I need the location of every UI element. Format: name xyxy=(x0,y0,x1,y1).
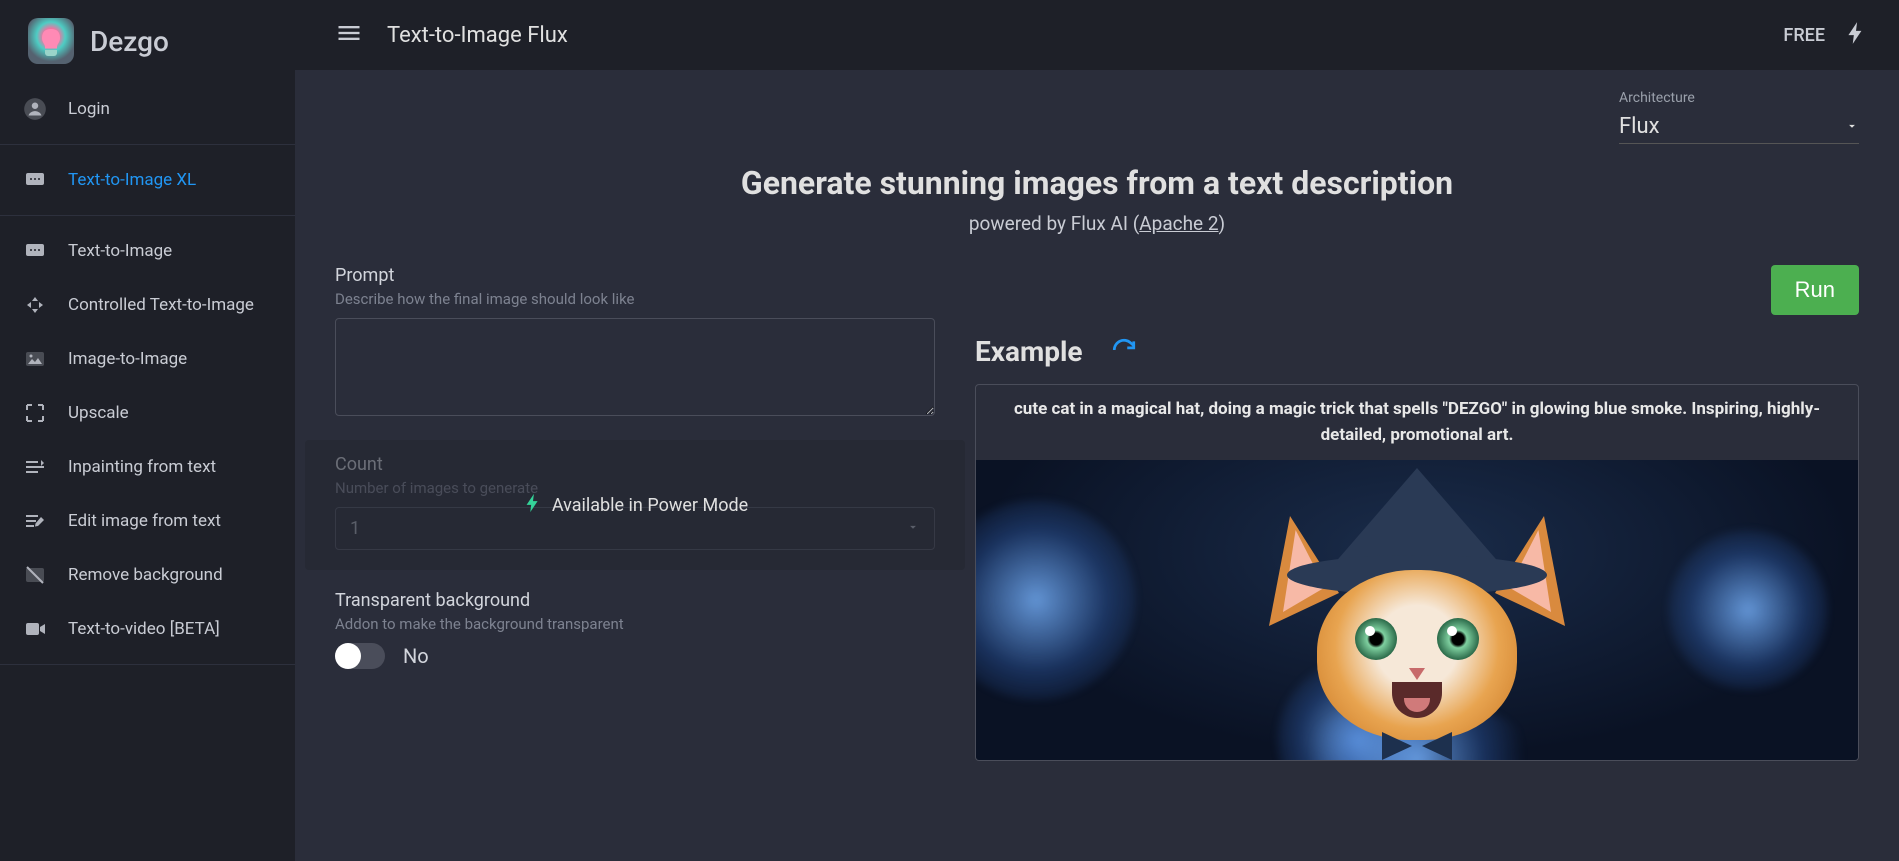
sidebar-item-label: Image-to-Image xyxy=(68,349,187,369)
sidebar-item-label: Remove background xyxy=(68,565,223,585)
sidebar: Dezgo Login Text-to-Image XL Text-to-Ima… xyxy=(0,0,295,861)
login-label: Login xyxy=(68,99,110,119)
sidebar-item-label: Text-to-Image XL xyxy=(68,170,196,190)
refresh-icon[interactable] xyxy=(1111,337,1137,367)
account-icon xyxy=(22,96,48,122)
sidebar-item-label: Text-to-Image xyxy=(68,241,172,261)
count-select[interactable]: 1 xyxy=(335,507,935,550)
picture-icon xyxy=(22,346,48,372)
example-prompt: cute cat in a magical hat, doing a magic… xyxy=(976,385,1858,460)
main: Text-to-Image Flux FREE Architecture Flu… xyxy=(295,0,1899,861)
sidebar-item-inpainting[interactable]: Inpainting from text xyxy=(0,440,295,494)
count-label: Count xyxy=(335,454,935,475)
transparent-field-group: Transparent background Addon to make the… xyxy=(335,590,935,669)
transparent-label: Transparent background xyxy=(335,590,935,611)
content: Architecture Flux Generate stunning imag… xyxy=(295,70,1899,861)
sidebar-item-label: Controlled Text-to-Image xyxy=(68,295,254,315)
brand[interactable]: Dezgo xyxy=(0,0,295,82)
prompt-hint: Describe how the final image should look… xyxy=(335,290,935,308)
free-badge: FREE xyxy=(1783,25,1825,46)
hero: Generate stunning images from a text des… xyxy=(335,164,1859,235)
transparent-hint: Addon to make the background transparent xyxy=(335,615,935,633)
architecture-select[interactable]: Flux xyxy=(1619,110,1859,144)
sidebar-item-remove-background[interactable]: Remove background xyxy=(0,548,295,602)
sidebar-item-label: Inpainting from text xyxy=(68,457,216,477)
message-icon xyxy=(22,238,48,264)
brand-name: Dezgo xyxy=(90,25,169,58)
example-card: cute cat in a magical hat, doing a magic… xyxy=(975,384,1859,761)
count-field-group: Count Number of images to generate 1 Ava… xyxy=(305,440,965,570)
architecture-label: Architecture xyxy=(1619,90,1859,106)
prompt-label: Prompt xyxy=(335,265,935,286)
sidebar-item-login[interactable]: Login xyxy=(0,82,295,136)
run-button[interactable]: Run xyxy=(1771,265,1859,315)
hero-subtitle: powered by Flux AI (Apache 2) xyxy=(335,212,1859,235)
prompt-field-group: Prompt Describe how the final image shou… xyxy=(335,265,935,420)
transparent-value-label: No xyxy=(403,644,429,668)
brand-logo-icon xyxy=(28,18,74,64)
divider xyxy=(0,664,295,665)
example-image xyxy=(976,460,1858,760)
sidebar-item-label: Edit image from text xyxy=(68,511,221,531)
inpaint-icon xyxy=(22,454,48,480)
message-icon xyxy=(22,167,48,193)
sidebar-item-label: Upscale xyxy=(68,403,129,423)
license-link[interactable]: Apache 2 xyxy=(1139,212,1218,235)
bolt-icon[interactable] xyxy=(1843,20,1869,50)
remove-bg-icon xyxy=(22,562,48,588)
count-value: 1 xyxy=(350,518,360,539)
example-title: Example xyxy=(975,335,1083,368)
menu-icon[interactable] xyxy=(335,19,363,51)
sidebar-item-image-to-image[interactable]: Image-to-Image xyxy=(0,332,295,386)
transparent-toggle[interactable] xyxy=(335,643,385,669)
topbar: Text-to-Image Flux FREE xyxy=(295,0,1899,70)
chevron-down-icon xyxy=(1845,114,1859,139)
sidebar-item-edit-image[interactable]: Edit image from text xyxy=(0,494,295,548)
sidebar-item-text-to-video[interactable]: Text-to-video [BETA] xyxy=(0,602,295,656)
sidebar-item-label: Text-to-video [BETA] xyxy=(68,619,220,639)
hero-title: Generate stunning images from a text des… xyxy=(335,164,1859,202)
sidebar-item-text-to-image[interactable]: Text-to-Image xyxy=(0,224,295,278)
controlled-icon xyxy=(22,292,48,318)
upscale-icon xyxy=(22,400,48,426)
video-icon xyxy=(22,616,48,642)
sidebar-item-upscale[interactable]: Upscale xyxy=(0,386,295,440)
page-title: Text-to-Image Flux xyxy=(387,23,1783,48)
architecture-field[interactable]: Architecture Flux xyxy=(1619,90,1859,144)
chevron-down-icon xyxy=(906,518,920,539)
edit-text-icon xyxy=(22,508,48,534)
sidebar-item-controlled[interactable]: Controlled Text-to-Image xyxy=(0,278,295,332)
divider xyxy=(0,144,295,145)
toggle-knob xyxy=(335,643,361,669)
sidebar-item-text-to-image-xl[interactable]: Text-to-Image XL xyxy=(0,153,295,207)
count-hint: Number of images to generate xyxy=(335,479,935,497)
architecture-value: Flux xyxy=(1619,114,1660,139)
divider xyxy=(0,215,295,216)
prompt-input[interactable] xyxy=(335,318,935,416)
